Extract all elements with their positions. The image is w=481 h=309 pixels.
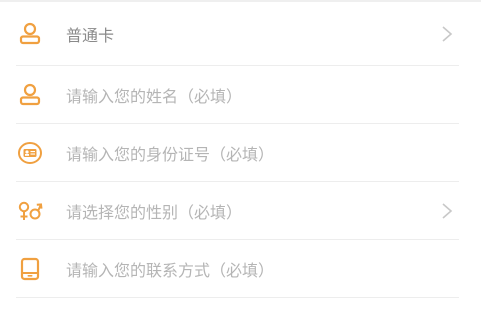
contact-row: 请输入您的联系方式（必填） [0, 240, 481, 298]
card-type-row[interactable]: 普通卡 [0, 2, 481, 66]
contact-input[interactable]: 请输入您的联系方式（必填） [66, 257, 274, 281]
name-row: 请输入您的姓名（必填） [0, 66, 481, 124]
name-input[interactable]: 请输入您的姓名（必填） [66, 83, 242, 107]
id-number-row: 请输入您的身份证号（必填） [0, 124, 481, 182]
user-icon [17, 21, 43, 47]
gender-select: 请选择您的性别（必填） [66, 203, 243, 222]
chevron-right-icon [441, 202, 453, 220]
phone-icon [17, 256, 43, 282]
gender-row[interactable]: 请选择您的性别（必填） [0, 182, 481, 240]
user-icon [17, 82, 43, 108]
id-number-input[interactable]: 请输入您的身份证号（必填） [66, 141, 274, 165]
divider [16, 297, 459, 298]
card-type-value: 普通卡 [66, 26, 115, 45]
member-form: 普通卡 请输入您的姓名（必填） 请输入您的身份证号（必填） 请选择您的性别（必填… [0, 2, 481, 298]
gender-icon [17, 198, 43, 224]
id-card-icon [17, 140, 43, 166]
chevron-right-icon [441, 25, 453, 43]
